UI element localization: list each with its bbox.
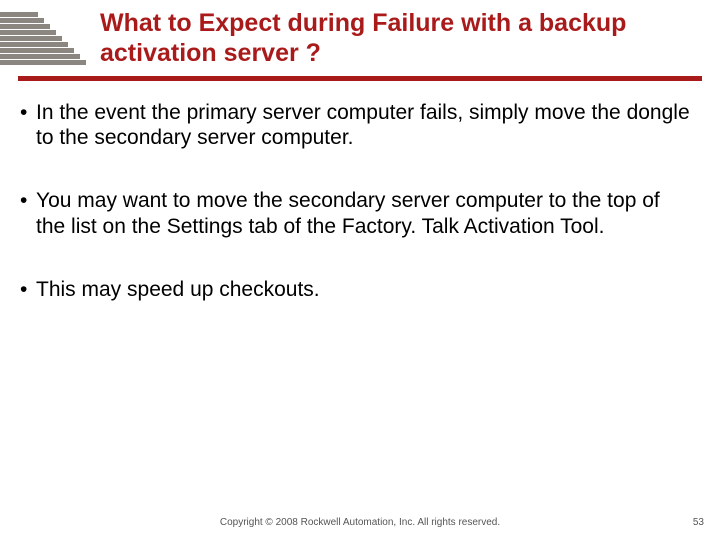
bullet-item: • In the event the primary server comput… [20,100,690,150]
bullet-item: • This may speed up checkouts. [20,277,690,302]
bullet-text: You may want to move the secondary serve… [36,188,690,238]
bullet-text: This may speed up checkouts. [36,277,690,302]
slide-header: What to Expect during Failure with a bac… [0,0,720,86]
page-number: 53 [693,517,704,528]
copyright-footer: Copyright © 2008 Rockwell Automation, In… [0,517,720,528]
header-rule [18,76,702,81]
slide-body: • In the event the primary server comput… [20,100,690,340]
bullet-item: • You may want to move the secondary ser… [20,188,690,238]
bullet-dot-icon: • [20,277,36,302]
bullet-dot-icon: • [20,100,36,125]
decorative-stripes [0,12,86,66]
bullet-text: In the event the primary server computer… [36,100,690,150]
slide-title: What to Expect during Failure with a bac… [100,8,690,68]
bullet-dot-icon: • [20,188,36,213]
